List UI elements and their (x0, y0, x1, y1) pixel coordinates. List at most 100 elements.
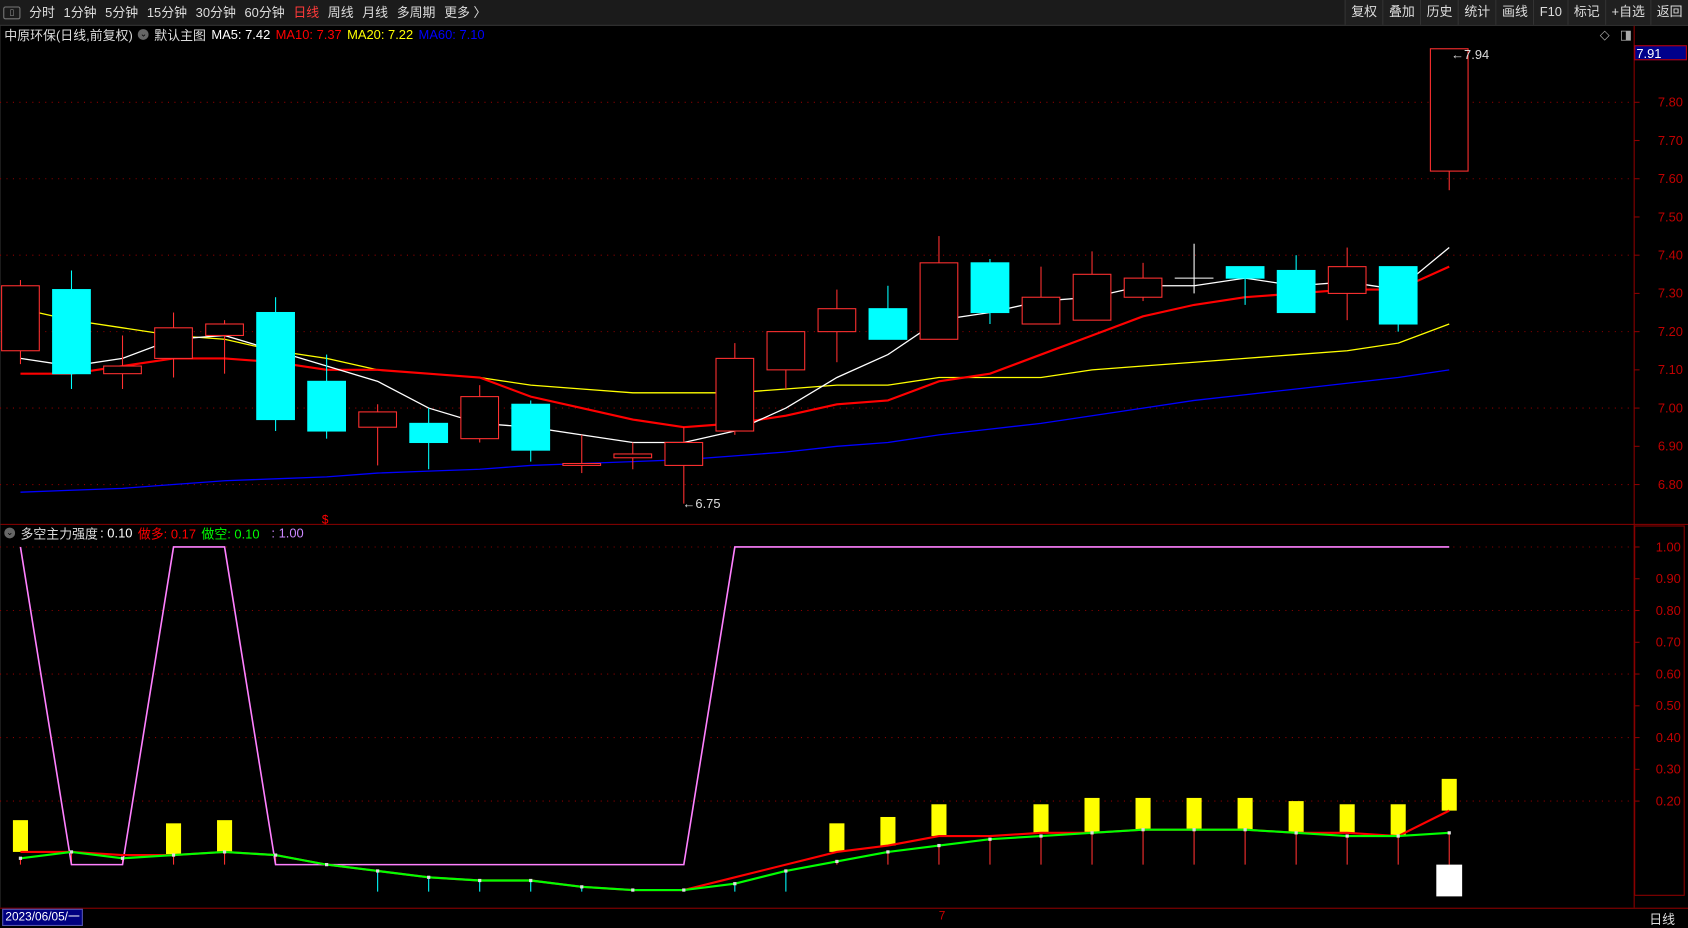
price-tick-label: 6.80 (1658, 477, 1683, 492)
point-marker (120, 856, 125, 860)
strength-bar (166, 823, 182, 856)
strength-bar (1237, 797, 1253, 830)
point-marker (1447, 831, 1451, 835)
candle-body (562, 462, 602, 466)
strength-bar (1033, 804, 1049, 833)
indicator-dropdown-icon[interactable]: ⌄ (4, 527, 16, 539)
candle-body (409, 422, 449, 444)
strength-bar (829, 823, 845, 852)
candle-body (1378, 266, 1418, 325)
strength-bar (217, 820, 233, 852)
candle-body (52, 289, 91, 375)
point-marker (273, 853, 278, 857)
period-label[interactable]: 日线 (1649, 910, 1675, 928)
sub-tick-label: 0.50 (1656, 698, 1681, 713)
point-marker (580, 885, 584, 889)
candle-body (970, 262, 1010, 314)
candle-body (664, 441, 704, 466)
point-marker (376, 869, 380, 873)
point-marker (1192, 828, 1196, 832)
sub-tick-label: 0.40 (1656, 730, 1681, 745)
candle-body (358, 411, 398, 428)
candle-body (460, 396, 500, 440)
candle-body (766, 331, 806, 371)
point-marker (1345, 834, 1349, 838)
candle-body (256, 311, 295, 421)
point-marker (937, 843, 941, 848)
point-marker (18, 856, 23, 860)
strength-label: : 1.00 (271, 525, 304, 541)
price-tick-label: 7.50 (1658, 209, 1683, 224)
point-marker (325, 863, 329, 867)
candle-body (1327, 266, 1367, 294)
time-axis (0, 907, 1688, 928)
candle-body (511, 403, 551, 451)
price-tick-label: 7.10 (1658, 362, 1683, 377)
candle-body (154, 327, 193, 359)
price-tick-label: 7.60 (1658, 171, 1683, 186)
sub-tick-label: 0.60 (1656, 666, 1681, 681)
point-marker (478, 878, 482, 883)
point-marker (1141, 828, 1145, 832)
sub-tick-label: 0.80 (1656, 603, 1681, 618)
signal-marker: $ (322, 512, 329, 526)
point-marker (222, 850, 227, 854)
candle-body (1429, 48, 1469, 172)
sub-tick-label: 0.20 (1656, 793, 1681, 808)
price-tick-label: 7.80 (1658, 95, 1683, 110)
candle-body (1072, 273, 1112, 321)
stock-chart-window: ▯ 分时 1分钟 5分钟 15分钟 30分钟 60分钟 日线 周线 月线 多周期 更多 〉 复权 叠加… (0, 0, 1688, 928)
sub-tick-label: 1.00 (1656, 539, 1681, 554)
strength-bar (1339, 804, 1355, 833)
price-tick-label: 7.20 (1658, 324, 1683, 339)
strength-bar (880, 816, 896, 846)
sub-tick-label: 0.30 (1656, 762, 1681, 777)
price-tick-label: 7.70 (1658, 133, 1683, 148)
candle-body (817, 308, 857, 333)
candle-body (103, 365, 142, 375)
point-marker (835, 859, 839, 864)
strength-bar (931, 804, 947, 837)
price-tick-label: 6.90 (1658, 439, 1683, 454)
point-marker (886, 850, 890, 854)
chart-canvas[interactable]: 7.80 7.70 7.60 7.50 7.40 7.30 7.20 7.10 7.00 6.90… (0, 0, 1688, 926)
point-marker (784, 869, 788, 873)
candle-body (1276, 269, 1316, 314)
candle-body (868, 308, 908, 340)
candle-body (1021, 296, 1061, 325)
strength-bar (1186, 797, 1202, 830)
point-marker (682, 888, 686, 892)
strength-bar (1135, 797, 1151, 830)
candle-body (205, 323, 244, 336)
last-block (1436, 864, 1463, 897)
point-marker (1039, 834, 1043, 838)
candle-body (307, 380, 346, 432)
point-marker (529, 878, 533, 883)
indicator-title[interactable]: 多空主力强度 (20, 524, 98, 542)
sub-tick-label: 0.90 (1656, 571, 1681, 586)
indicator-value: : 0.10 (100, 525, 133, 541)
current-price-label: 7.91 (1634, 45, 1687, 61)
candle-body (1, 285, 40, 352)
point-marker (1294, 831, 1298, 835)
point-marker (427, 875, 431, 879)
point-marker (733, 882, 737, 886)
short-line (20, 828, 1450, 892)
time-tick: 7 (938, 909, 946, 923)
strength-line (19, 546, 1450, 866)
point-marker (171, 853, 176, 857)
low-annotation: ←6.75 (683, 496, 721, 511)
point-marker (631, 888, 635, 892)
high-annotation: ←7.94 (1451, 47, 1489, 62)
candle-body (613, 453, 653, 459)
candle-body (919, 262, 959, 340)
price-tick-label: 7.00 (1658, 400, 1683, 415)
strength-bar (1390, 804, 1406, 837)
point-marker (69, 850, 74, 854)
price-tick-label: 7.40 (1658, 247, 1683, 262)
point-marker (1396, 834, 1400, 838)
point-marker (1243, 828, 1247, 832)
price-tick-label: 7.30 (1658, 286, 1683, 301)
point-marker (1090, 831, 1094, 835)
sub-chart-legend: ⌄ 多空主力强度 : 0.10 做多: 0.17 做空: 0.10 : 1.00 (4, 524, 309, 542)
